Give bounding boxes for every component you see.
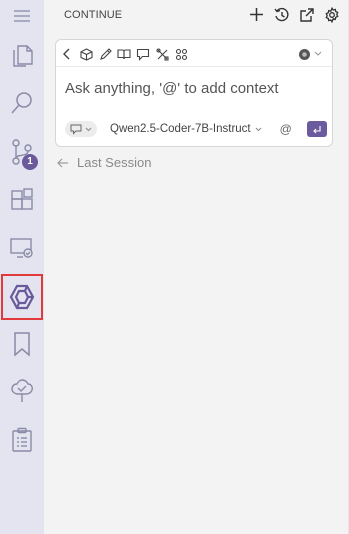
source-control-badge: 1 — [22, 154, 38, 170]
chevron-down-icon — [255, 127, 261, 131]
search-icon[interactable] — [0, 81, 44, 125]
mode-select[interactable] — [298, 48, 322, 61]
chat-input[interactable]: Ask anything, '@' to add context Qwen2.5… — [56, 66, 332, 146]
clipboard-list-icon[interactable] — [0, 418, 44, 462]
model-name: Qwen2.5-Coder-7B-Instruct — [110, 123, 251, 135]
tools-icon[interactable] — [155, 47, 169, 61]
header-actions — [247, 5, 341, 24]
settings-icon[interactable] — [322, 5, 341, 24]
input-toolbar — [60, 43, 328, 65]
bookmark-icon[interactable] — [0, 322, 44, 366]
last-session-label: Last Session — [77, 155, 152, 170]
send-button[interactable] — [307, 121, 327, 137]
model-selector[interactable]: Qwen2.5-Coder-7B-Instruct — [110, 123, 262, 135]
activity-bar: 1 — [0, 0, 44, 534]
panel-header: CONTINUE — [44, 0, 349, 30]
record-icon — [299, 48, 310, 60]
chat-input-card: Ask anything, '@' to add context Qwen2.5… — [55, 39, 333, 147]
continue-logo-icon[interactable] — [1, 274, 43, 320]
app-window: 1 CONTINUE Ask anything, '@' to add cont… — [0, 0, 349, 534]
explorer-icon[interactable] — [0, 34, 44, 78]
last-session-link[interactable]: Last Session — [57, 155, 151, 170]
mode-chip[interactable] — [65, 121, 97, 137]
cube-icon[interactable] — [79, 47, 93, 61]
history-icon[interactable] — [272, 5, 291, 24]
chat-input-placeholder: Ask anything, '@' to add context — [65, 80, 279, 97]
remote-explorer-icon[interactable] — [0, 226, 44, 270]
chat-bubble-icon — [70, 124, 82, 135]
open-external-icon[interactable] — [297, 5, 316, 24]
add-context-button[interactable]: @ — [280, 122, 292, 136]
chevron-down-icon — [85, 127, 92, 131]
menu-icon[interactable] — [0, 0, 44, 32]
comment-icon[interactable] — [136, 47, 150, 61]
source-control-icon[interactable]: 1 — [0, 130, 44, 174]
panel-title: CONTINUE — [64, 9, 123, 21]
grid-icon[interactable] — [174, 47, 188, 61]
extensions-icon[interactable] — [0, 178, 44, 222]
enter-icon — [313, 125, 321, 133]
book-icon[interactable] — [117, 47, 131, 61]
plus-icon[interactable] — [247, 5, 266, 24]
chevron-down-icon — [314, 51, 322, 56]
input-footer: Qwen2.5-Coder-7B-Instruct @ — [65, 120, 327, 138]
continue-panel: CONTINUE Ask anything, '@' to add contex… — [44, 0, 349, 534]
arrow-left-icon — [57, 158, 68, 167]
pencil-icon[interactable] — [98, 47, 112, 61]
testing-icon[interactable] — [0, 369, 44, 413]
chevron-left-icon[interactable] — [60, 47, 74, 61]
